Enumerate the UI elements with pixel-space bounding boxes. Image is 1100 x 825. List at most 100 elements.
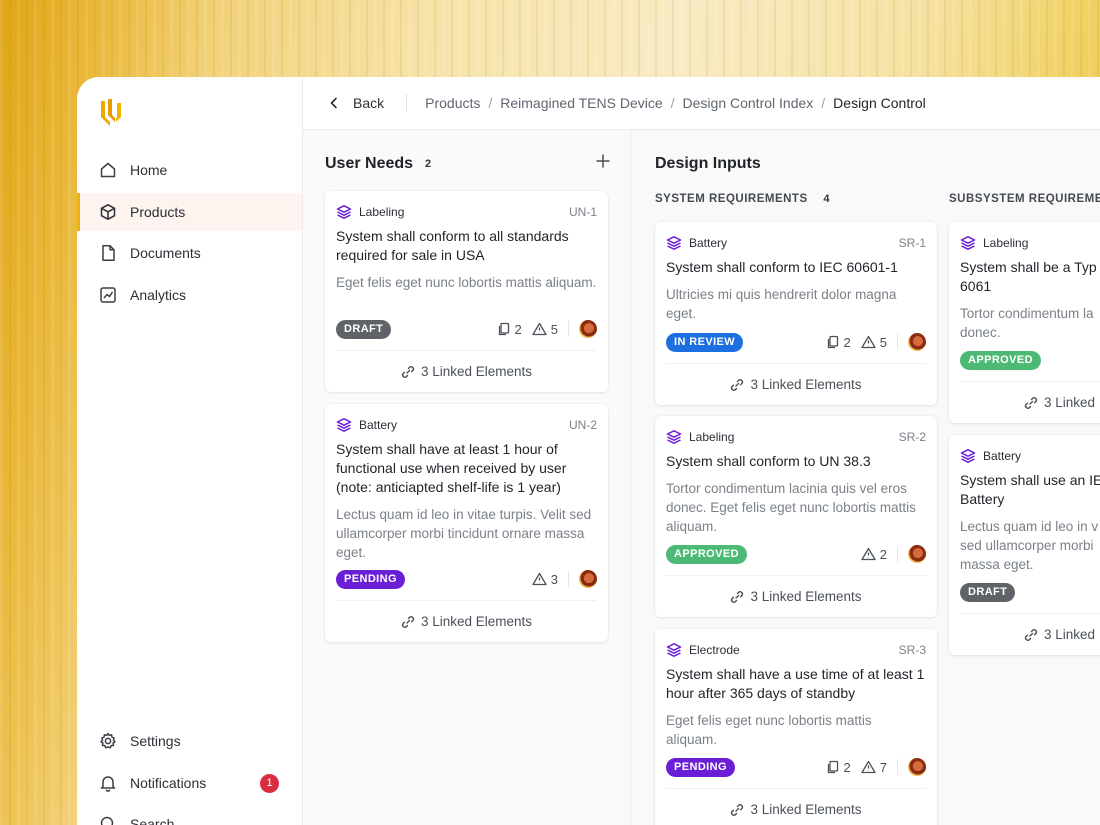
avatar[interactable] bbox=[908, 545, 926, 563]
design-inputs-column: Design Inputs SYSTEM REQUIREMENTS 4 SUBS… bbox=[631, 130, 1100, 825]
card-id: UN-2 bbox=[568, 418, 597, 432]
box-icon bbox=[99, 203, 117, 221]
requirement-card[interactable]: Battery SR-1 System shall conform to IEC… bbox=[655, 222, 937, 405]
back-button[interactable]: Back bbox=[329, 95, 384, 111]
link-icon bbox=[401, 365, 415, 378]
linked-elements-link[interactable]: 3 Linked Elements bbox=[666, 575, 926, 617]
system-requirements-header: SYSTEM REQUIREMENTS 4 bbox=[655, 193, 830, 205]
card-title: System shall be a Typ 6061 bbox=[960, 258, 1100, 296]
section-title: SYSTEM REQUIREMENTS bbox=[655, 193, 808, 205]
card-title: System shall conform to all standards re… bbox=[336, 228, 569, 263]
user-need-card[interactable]: Labeling UN-1 System shall conform to al… bbox=[325, 191, 608, 392]
breadcrumb-current: Design Control bbox=[833, 95, 926, 111]
card-description: Ultricies mi quis hendrerit dolor magna … bbox=[666, 287, 897, 321]
warning-icon bbox=[532, 572, 547, 586]
card-stats: 2 bbox=[851, 545, 926, 563]
card-id: UN-1 bbox=[568, 205, 597, 219]
sidebar-item-analytics[interactable]: Analytics bbox=[77, 276, 302, 314]
breadcrumb: Back Products / Reimagined TENS Device /… bbox=[303, 77, 1100, 130]
sidebar-item-search[interactable]: Search bbox=[77, 805, 302, 825]
card-title: System shall conform to IEC 60601-1 bbox=[666, 259, 898, 275]
layers-icon bbox=[960, 448, 976, 464]
document-count: 2 bbox=[826, 335, 851, 350]
subsystem-requirement-card[interactable]: Battery System shall use an IE Battery L… bbox=[949, 435, 1100, 655]
document-count-value: 2 bbox=[843, 759, 851, 775]
avatar[interactable] bbox=[579, 570, 597, 588]
layers-icon bbox=[960, 235, 976, 251]
link-icon bbox=[731, 378, 744, 391]
card-category: Labeling bbox=[983, 236, 1029, 250]
card-stats: 2 7 bbox=[816, 758, 926, 776]
sidebar-item-label: Notifications bbox=[130, 774, 207, 791]
add-user-need-button[interactable] bbox=[596, 154, 610, 173]
linked-elements-link[interactable]: 3 Linked bbox=[960, 613, 1100, 655]
sidebar-item-label: Home bbox=[130, 162, 168, 178]
breadcrumb-index[interactable]: Design Control Index bbox=[683, 95, 814, 111]
main-content: Back Products / Reimagined TENS Device /… bbox=[303, 77, 1100, 825]
search-icon bbox=[99, 815, 117, 825]
requirement-card[interactable]: Labeling SR-2 System shall conform to UN… bbox=[655, 416, 937, 617]
layers-icon bbox=[666, 429, 682, 445]
card-description: Lectus quam id leo in vitae turpis. Veli… bbox=[336, 507, 592, 560]
bell-icon bbox=[99, 774, 117, 792]
card-meta: IN REVIEW 2 5 bbox=[666, 332, 926, 352]
breadcrumb-products[interactable]: Products bbox=[425, 95, 480, 111]
subsystem-requirement-card[interactable]: Labeling System shall be a Typ 6061 Tort… bbox=[949, 222, 1100, 423]
link-icon bbox=[731, 590, 744, 603]
breadcrumb-separator: / bbox=[670, 95, 675, 111]
brand-logo[interactable] bbox=[99, 97, 125, 127]
warning-count-value: 5 bbox=[879, 334, 887, 350]
column-title: User Needs bbox=[325, 155, 414, 172]
card-description: Tortor condimentum lacinia quis vel eros… bbox=[666, 481, 916, 534]
document-count: 2 bbox=[497, 322, 522, 337]
warning-count: 7 bbox=[861, 760, 887, 775]
card-title: System shall conform to UN 38.3 bbox=[666, 453, 871, 469]
warning-icon bbox=[861, 547, 876, 561]
sidebar-item-notifications[interactable]: Notifications 1 bbox=[77, 764, 302, 802]
card-id: SR-2 bbox=[898, 430, 926, 444]
linked-elements-link[interactable]: 3 Linked Elements bbox=[336, 350, 597, 392]
chart-icon bbox=[99, 286, 117, 304]
plus-icon bbox=[596, 154, 610, 168]
link-icon bbox=[731, 803, 744, 816]
avatar[interactable] bbox=[908, 758, 926, 776]
gear-icon bbox=[99, 732, 117, 750]
linked-elements-label: 3 Linked bbox=[1044, 627, 1096, 642]
card-description: Lectus quam id leo in v sed ullamcorper … bbox=[960, 517, 1100, 574]
sidebar-item-products[interactable]: Products bbox=[77, 192, 302, 231]
sidebar-item-home[interactable]: Home bbox=[77, 151, 302, 189]
status-badge: APPROVED bbox=[666, 544, 747, 564]
card-meta: DRAFT bbox=[960, 582, 1100, 602]
linked-elements-link[interactable]: 3 Linked Elements bbox=[666, 788, 926, 825]
status-badge: IN REVIEW bbox=[666, 332, 744, 352]
status-badge: PENDING bbox=[666, 757, 735, 777]
linked-elements-link[interactable]: 3 Linked bbox=[960, 381, 1100, 423]
breadcrumb-product[interactable]: Reimagined TENS Device bbox=[500, 95, 662, 111]
sidebar-item-documents[interactable]: Documents bbox=[77, 234, 302, 272]
layers-icon bbox=[666, 642, 682, 658]
linked-elements-link[interactable]: 3 Linked Elements bbox=[666, 363, 926, 405]
linked-elements-link[interactable]: 3 Linked Elements bbox=[336, 600, 597, 642]
card-header: Battery UN-2 bbox=[336, 416, 597, 434]
card-header: Labeling UN-1 bbox=[336, 203, 597, 221]
status-badge: DRAFT bbox=[336, 319, 392, 339]
card-description-line: massa eget. bbox=[960, 557, 1034, 572]
avatar[interactable] bbox=[908, 333, 926, 351]
subsystem-requirements-header: SUBSYSTEM REQUIREMEN bbox=[949, 193, 1100, 205]
requirement-card[interactable]: Electrode SR-3 System shall have a use t… bbox=[655, 629, 937, 825]
card-category: Battery bbox=[689, 236, 728, 250]
divider bbox=[568, 571, 569, 587]
sidebar-item-settings[interactable]: Settings bbox=[77, 722, 302, 760]
sidebar: Home Products Documents Analytics Settin… bbox=[77, 77, 303, 825]
link-icon bbox=[1024, 396, 1038, 409]
card-description-line: Lectus quam id leo in v bbox=[960, 519, 1099, 534]
card-category: Labeling bbox=[359, 205, 405, 219]
card-description-line: donec. bbox=[960, 325, 1001, 340]
document-icon bbox=[99, 244, 117, 262]
sidebar-item-label: Documents bbox=[130, 245, 201, 261]
status-badge: PENDING bbox=[336, 569, 405, 589]
user-need-card[interactable]: Battery UN-2 System shall have at least … bbox=[325, 404, 608, 642]
sidebar-nav: Home Products Documents Analytics bbox=[77, 151, 302, 317]
avatar[interactable] bbox=[579, 320, 597, 338]
warning-icon bbox=[861, 760, 876, 774]
